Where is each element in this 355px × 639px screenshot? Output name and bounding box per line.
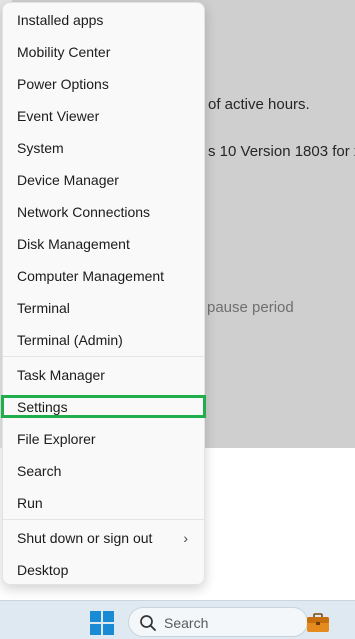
settings-highlight-box (1, 395, 206, 418)
menu-item-label: Desktop (17, 562, 69, 578)
menu-separator (3, 519, 204, 520)
menu-item-label: Network Connections (17, 204, 151, 220)
menu-item-label: Search (17, 463, 62, 479)
taskbar-search-box[interactable]: Search (128, 607, 308, 637)
menu-item-label: Device Manager (17, 172, 119, 188)
menu-item-label: Event Viewer (17, 108, 100, 124)
menu-item-terminal[interactable]: Terminal (3, 292, 204, 324)
menu-item-label: Power Options (17, 76, 109, 92)
menu-item-terminal-admin[interactable]: Terminal (Admin) (3, 324, 204, 356)
menu-item-label: Terminal (Admin) (17, 332, 123, 348)
menu-item-label: Shut down or sign out (17, 530, 153, 546)
windows-start-icon[interactable] (90, 611, 114, 635)
menu-item-event-viewer[interactable]: Event Viewer (3, 100, 204, 132)
chevron-right-icon: › (183, 530, 188, 546)
menu-item-label: Installed apps (17, 12, 104, 28)
menu-separator (3, 356, 204, 357)
menu-item-label: Mobility Center (17, 44, 111, 60)
menu-item-file-explorer[interactable]: File Explorer (3, 423, 204, 455)
menu-item-task-manager[interactable]: Task Manager (3, 359, 204, 391)
search-placeholder: Search (164, 615, 209, 631)
background-text-active-hours: of active hours. (208, 96, 310, 113)
menu-item-label: File Explorer (17, 431, 96, 447)
menu-item-label: Run (17, 495, 43, 511)
menu-item-label: System (17, 140, 64, 156)
briefcase-icon[interactable] (306, 613, 330, 633)
winx-context-menu: Installed apps Mobility Center Power Opt… (2, 2, 205, 585)
menu-item-network-connections[interactable]: Network Connections (3, 196, 204, 228)
menu-item-computer-management[interactable]: Computer Management (3, 260, 204, 292)
background-text-version: s 10 Version 1803 for x (208, 143, 355, 160)
menu-item-power-options[interactable]: Power Options (3, 68, 204, 100)
menu-item-mobility-center[interactable]: Mobility Center (3, 36, 204, 68)
search-icon (140, 615, 156, 631)
menu-item-disk-management[interactable]: Disk Management (3, 228, 204, 260)
menu-item-label: Disk Management (17, 236, 130, 252)
menu-item-label: Terminal (17, 300, 70, 316)
menu-item-shut-down-or-sign-out[interactable]: Shut down or sign out › (3, 522, 204, 554)
menu-item-search[interactable]: Search (3, 455, 204, 487)
menu-item-system[interactable]: System (3, 132, 204, 164)
menu-item-installed-apps[interactable]: Installed apps (3, 4, 204, 36)
menu-item-device-manager[interactable]: Device Manager (3, 164, 204, 196)
menu-item-label: Computer Management (17, 268, 165, 284)
background-text-pause: pause period (207, 299, 294, 316)
menu-item-desktop[interactable]: Desktop (3, 554, 204, 586)
menu-item-label: Task Manager (17, 367, 105, 383)
menu-item-run[interactable]: Run (3, 487, 204, 519)
